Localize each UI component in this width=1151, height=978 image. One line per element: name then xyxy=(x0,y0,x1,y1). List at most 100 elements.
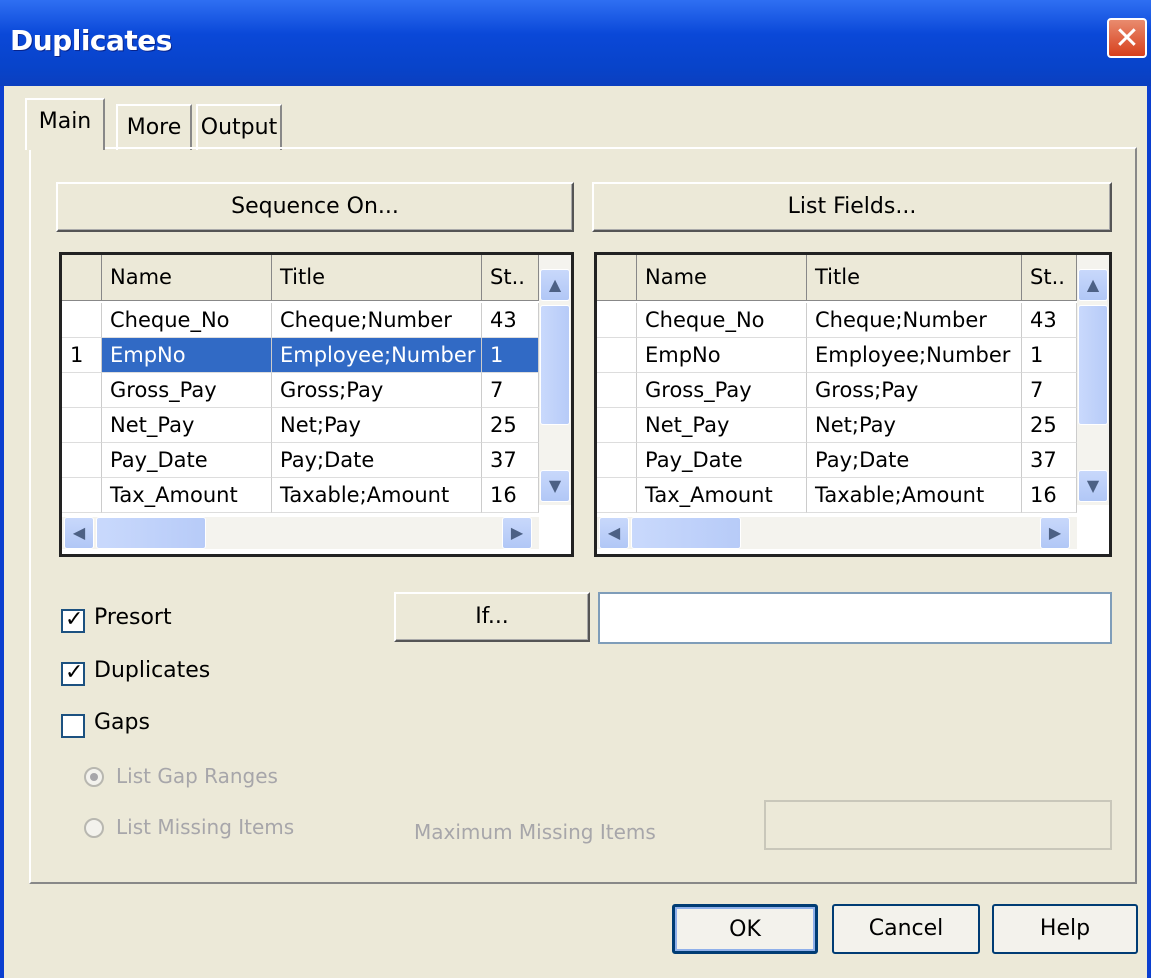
sequence-on-label: Sequence On... xyxy=(231,194,399,219)
row-number-cell xyxy=(597,443,637,478)
if-button[interactable]: If... xyxy=(394,592,590,642)
tab-more[interactable]: More xyxy=(116,104,192,150)
row-number-cell: 1 xyxy=(62,338,102,373)
table-row[interactable]: 1 EmpNo Employee;Number 1 xyxy=(62,338,539,373)
checkmark-icon: ✓ xyxy=(65,660,84,685)
scroll-down-icon[interactable]: ▼ xyxy=(1078,470,1108,502)
scroll-up-icon[interactable]: ▲ xyxy=(1078,269,1108,301)
tab-main-label: Main xyxy=(38,109,92,134)
gaps-checkbox[interactable] xyxy=(61,714,85,738)
horizontal-scroll-thumb[interactable] xyxy=(96,517,206,549)
list-fields-grid[interactable]: Name Title St.. Cheque_No Cheque;Number 43… xyxy=(594,252,1112,557)
duplicates-dialog: Duplicates ✕ Main More Output Sequence O… xyxy=(0,0,1151,978)
list-missing-items-radio[interactable] xyxy=(84,818,104,838)
vertical-scroll-thumb[interactable] xyxy=(1078,305,1108,425)
cell-st: 16 xyxy=(1022,478,1077,513)
title-bar[interactable]: Duplicates ✕ xyxy=(0,0,1151,86)
tab-main[interactable]: Main xyxy=(25,98,105,150)
cell-name: Gross_Pay xyxy=(102,373,272,408)
table-row[interactable]: Gross_Pay Gross;Pay 7 xyxy=(62,373,539,408)
list-fields-label: List Fields... xyxy=(787,194,917,219)
table-row[interactable]: Cheque_No Cheque;Number 43 xyxy=(597,303,1077,338)
table-row[interactable]: Tax_Amount Taxable;Amount 16 xyxy=(62,478,539,513)
cancel-label: Cancel xyxy=(868,916,944,941)
vertical-scrollbar[interactable]: ▲ ▼ xyxy=(1077,255,1109,505)
table-row[interactable]: Net_Pay Net;Pay 25 xyxy=(62,408,539,443)
vertical-scroll-thumb[interactable] xyxy=(540,305,570,425)
maximum-missing-items-field[interactable] xyxy=(764,800,1112,850)
table-row[interactable]: Cheque_No Cheque;Number 43 xyxy=(62,303,539,338)
cell-name: EmpNo xyxy=(102,338,272,373)
horizontal-scrollbar[interactable]: ◀ ▶ xyxy=(597,517,1077,549)
if-button-label: If... xyxy=(475,604,509,629)
ok-label: OK xyxy=(729,917,761,942)
scroll-right-icon[interactable]: ▶ xyxy=(502,517,532,549)
list-fields-button[interactable]: List Fields... xyxy=(592,182,1112,232)
scroll-up-icon[interactable]: ▲ xyxy=(540,269,570,301)
table-row[interactable]: Pay_Date Pay;Date 37 xyxy=(62,443,539,478)
vertical-scrollbar[interactable]: ▲ ▼ xyxy=(539,255,571,505)
tab-output[interactable]: Output xyxy=(196,104,282,150)
help-label: Help xyxy=(1039,916,1091,941)
if-expression-field[interactable] xyxy=(598,592,1112,644)
duplicates-checkbox[interactable]: ✓ xyxy=(61,660,85,686)
cell-name: Cheque_No xyxy=(637,303,807,338)
column-header-name[interactable]: Name xyxy=(637,255,807,301)
table-row[interactable]: Gross_Pay Gross;Pay 7 xyxy=(597,373,1077,408)
table-row[interactable]: Pay_Date Pay;Date 37 xyxy=(597,443,1077,478)
close-button[interactable]: ✕ xyxy=(1107,18,1147,58)
duplicates-label: Duplicates xyxy=(94,658,211,683)
ok-button[interactable]: OK xyxy=(672,904,818,954)
cell-name: Cheque_No xyxy=(102,303,272,338)
column-header-title[interactable]: Title xyxy=(807,255,1022,301)
cancel-button[interactable]: Cancel xyxy=(832,904,980,954)
row-number-cell xyxy=(62,408,102,443)
checkmark-icon: ✓ xyxy=(65,607,84,632)
table-row[interactable]: EmpNo Employee;Number 1 xyxy=(597,338,1077,373)
sequence-on-button[interactable]: Sequence On... xyxy=(56,182,574,232)
cell-name: Pay_Date xyxy=(102,443,272,478)
list-gap-ranges-radio[interactable] xyxy=(84,767,104,787)
cell-st: 25 xyxy=(482,408,539,443)
cell-title: Employee;Number xyxy=(807,338,1022,373)
row-number-cell xyxy=(62,478,102,513)
row-number-cell xyxy=(597,408,637,443)
row-number-cell xyxy=(597,373,637,408)
cell-name: Net_Pay xyxy=(637,408,807,443)
cell-name: Tax_Amount xyxy=(637,478,807,513)
column-header-title[interactable]: Title xyxy=(272,255,482,301)
cell-name: Tax_Amount xyxy=(102,478,272,513)
presort-label: Presort xyxy=(94,605,172,630)
cell-st: 43 xyxy=(1022,303,1077,338)
sequence-fields-grid[interactable]: Name Title St.. Cheque_No Cheque;Number 43… xyxy=(59,252,574,557)
scroll-down-icon[interactable]: ▼ xyxy=(540,470,570,502)
cell-title: Gross;Pay xyxy=(272,373,482,408)
column-header-start[interactable]: St.. xyxy=(1022,255,1077,301)
cell-st: 37 xyxy=(482,443,539,478)
row-number-cell xyxy=(597,478,637,513)
cell-title: Cheque;Number xyxy=(272,303,482,338)
scroll-right-icon[interactable]: ▶ xyxy=(1040,517,1070,549)
help-button[interactable]: Help xyxy=(992,904,1138,954)
tab-output-label: Output xyxy=(200,115,278,140)
column-header-start[interactable]: St.. xyxy=(482,255,539,301)
presort-checkbox[interactable]: ✓ xyxy=(61,607,85,633)
radio-selected-dot xyxy=(90,773,98,781)
cell-title: Taxable;Amount xyxy=(807,478,1022,513)
tab-more-label: More xyxy=(126,115,182,140)
scroll-left-icon[interactable]: ◀ xyxy=(64,517,94,549)
horizontal-scrollbar[interactable]: ◀ ▶ xyxy=(62,517,539,549)
horizontal-scroll-thumb[interactable] xyxy=(631,517,741,549)
cell-st: 1 xyxy=(1022,338,1077,373)
row-number-cell xyxy=(62,443,102,478)
cell-name: Pay_Date xyxy=(637,443,807,478)
scroll-left-icon[interactable]: ◀ xyxy=(599,517,629,549)
table-row[interactable]: Tax_Amount Taxable;Amount 16 xyxy=(597,478,1077,513)
column-header-name[interactable]: Name xyxy=(102,255,272,301)
table-row[interactable]: Net_Pay Net;Pay 25 xyxy=(597,408,1077,443)
maximum-missing-items-label: Maximum Missing Items xyxy=(414,820,656,844)
cell-title: Pay;Date xyxy=(807,443,1022,478)
cell-title: Gross;Pay xyxy=(807,373,1022,408)
cell-name: Net_Pay xyxy=(102,408,272,443)
window-title: Duplicates xyxy=(10,24,172,57)
